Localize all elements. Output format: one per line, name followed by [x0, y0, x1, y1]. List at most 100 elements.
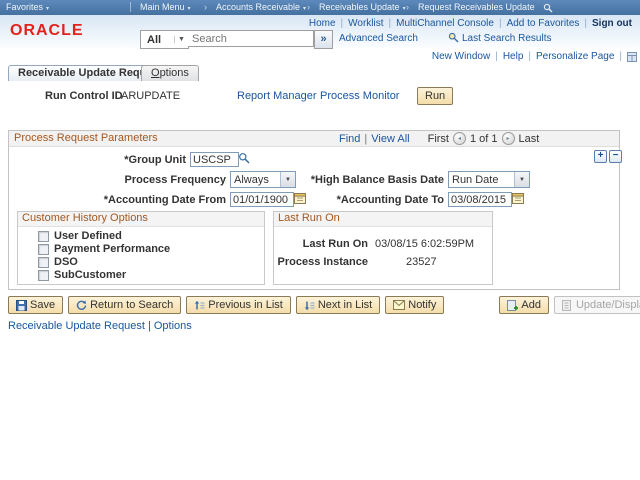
sign-out-link[interactable]: Sign out — [592, 18, 632, 29]
group-unit-label: *Group Unit — [124, 154, 186, 166]
tab-options[interactable]: Options — [141, 65, 199, 81]
checkbox-label: DSO — [54, 256, 78, 268]
last-run-on-box: Last Run On Last Run On 03/08/15 6:02:59… — [273, 211, 493, 285]
footer-separator: | — [147, 320, 151, 332]
application-window: Favorites ▾ Main Menu ▾ › Accounts Receiva… — [0, 0, 640, 480]
arrow-down-list-icon — [304, 300, 315, 311]
group-box-header: Customer History Options — [18, 212, 264, 227]
previous-in-list-button[interactable]: Previous in List — [186, 296, 291, 314]
breadcrumb-accounts-receivable[interactable]: Accounts Receivable ▾ — [216, 2, 306, 12]
add-button[interactable]: Add — [499, 296, 549, 314]
last-run-on-label: Last Run On — [302, 238, 368, 250]
remove-row-button[interactable]: − — [609, 150, 622, 163]
new-window-link[interactable]: New Window — [432, 51, 490, 62]
multichannel-console-link[interactable]: MultiChannel Console — [396, 18, 494, 29]
breadcrumb-zoom-icon[interactable] — [543, 3, 553, 13]
related-page-links: Receivable Update Request | Options — [8, 320, 192, 332]
update-display-label: Update/Display — [575, 299, 640, 311]
group-unit-input[interactable] — [190, 152, 239, 167]
notify-button-label: Notify — [408, 299, 437, 311]
nav-separator: | — [340, 18, 344, 29]
last-label: Last — [518, 132, 540, 145]
page-bar: New Window | Help | Personalize Page | — [432, 51, 637, 62]
accounting-date-to-input[interactable] — [448, 192, 512, 207]
save-icon — [16, 299, 27, 311]
personalize-page-link[interactable]: Personalize Page — [536, 51, 614, 62]
user-defined-checkbox[interactable] — [38, 230, 49, 242]
next-in-list-label: Next in List — [317, 299, 373, 311]
add-to-favorites-link[interactable]: Add to Favorites — [507, 18, 580, 29]
last-run-on-value: 03/08/15 6:02:59PM — [375, 238, 475, 250]
advanced-search-link[interactable]: Advanced Search — [339, 33, 418, 44]
section-title: Last Run On — [278, 212, 340, 224]
personalize-layout-icon[interactable] — [627, 51, 637, 62]
first-label: First — [427, 132, 449, 145]
breadcrumb: Favorites ▾ Main Menu ▾ › Accounts Receiva… — [0, 0, 640, 16]
help-link[interactable]: Help — [503, 51, 524, 62]
search-scope-select[interactable]: All ▼ — [140, 30, 189, 49]
last-search-results-link[interactable]: Last Search Results — [462, 33, 552, 44]
process-frequency-label: Process Frequency — [124, 174, 227, 186]
breadcrumb-receivables-update[interactable]: Receivables Update ▾ — [319, 2, 406, 12]
payment-performance-checkbox[interactable] — [38, 243, 49, 255]
worklist-link[interactable]: Worklist — [348, 18, 383, 29]
find-link[interactable]: Find — [339, 133, 360, 145]
pagebar-separator: | — [528, 51, 531, 62]
last-search-results-icon — [448, 32, 459, 43]
group-box-header: Process Request Parameters Find | View A… — [9, 131, 619, 147]
process-instance-label: Process Instance — [277, 256, 369, 268]
breadcrumb-favorites[interactable]: Favorites ▾ — [6, 2, 49, 12]
arrow-up-list-icon — [194, 300, 205, 311]
breadcrumb-current-page: Request Receivables Update — [418, 2, 535, 12]
next-in-list-button[interactable]: Next in List — [295, 296, 381, 314]
home-link[interactable]: Home — [309, 18, 336, 29]
toolbar: Save Return to Search Previous in List N… — [8, 296, 640, 314]
nav-separator: | — [498, 18, 502, 29]
breadcrumb-main-menu[interactable]: Main Menu ▾ — [140, 2, 191, 12]
calendar-icon[interactable] — [512, 192, 524, 204]
nav-separator: | — [364, 132, 368, 145]
customer-history-options-box: Customer History Options User Defined Pa… — [17, 211, 265, 285]
footer-receivable-update-request-link[interactable]: Receivable Update Request — [8, 320, 145, 332]
subcustomer-checkbox[interactable] — [38, 269, 49, 281]
process-monitor-link[interactable]: Process Monitor — [320, 90, 399, 102]
view-all-link[interactable]: View All — [371, 133, 409, 145]
process-instance-value: 23527 — [406, 256, 437, 268]
chevron-down-icon: ▾ — [303, 6, 307, 12]
report-manager-link[interactable]: Report Manager — [237, 90, 317, 102]
group-unit-lookup-icon[interactable] — [238, 152, 250, 164]
top-nav: Home | Worklist | MultiChannel Console | Add t… — [309, 18, 632, 29]
run-button[interactable]: Run — [417, 87, 454, 105]
checkbox-label: Payment Performance — [54, 243, 171, 255]
next-page-icon[interactable]: ▸ — [501, 132, 515, 145]
breadcrumb-separator: › — [204, 2, 207, 12]
scroll-area-nav: Find | View All First ◂ 1 of 1 ▸ Last — [339, 132, 539, 145]
footer-options-link[interactable]: Options — [154, 320, 192, 332]
high-balance-basis-date-select[interactable]: Run Date ▼ — [448, 171, 530, 188]
accounting-date-to-label: *Accounting Date To — [336, 194, 444, 206]
search-scope-value: All — [147, 33, 162, 46]
add-document-icon — [507, 299, 519, 311]
nav-separator: | — [388, 18, 392, 29]
add-row-button[interactable]: + — [594, 150, 607, 163]
run-button-label: Run — [425, 90, 446, 102]
return-to-search-button[interactable]: Return to Search — [68, 296, 182, 314]
oracle-logo: ORACLE — [10, 22, 84, 39]
update-display-icon — [561, 299, 573, 311]
previous-page-icon[interactable]: ◂ — [452, 132, 466, 145]
dso-checkbox[interactable] — [38, 256, 49, 268]
accounting-date-from-label: *Accounting Date From — [103, 194, 226, 206]
chevron-down-icon: ▼ — [514, 172, 529, 187]
page-counter: 1 of 1 — [469, 132, 498, 145]
save-button[interactable]: Save — [8, 296, 64, 314]
nav-separator: | — [584, 18, 587, 29]
search-input[interactable] — [188, 30, 314, 47]
group-box-header: Last Run On — [274, 212, 492, 227]
checkbox-label: SubCustomer — [54, 269, 127, 281]
chevron-down-icon: ▾ — [187, 6, 191, 12]
search-go-button[interactable]: » — [314, 30, 333, 49]
notify-button[interactable]: Notify — [385, 296, 445, 314]
update-display-button: Update/Display — [553, 296, 640, 314]
high-balance-basis-date-label: *High Balance Basis Date — [310, 174, 444, 186]
checkbox-label: User Defined — [54, 230, 122, 242]
